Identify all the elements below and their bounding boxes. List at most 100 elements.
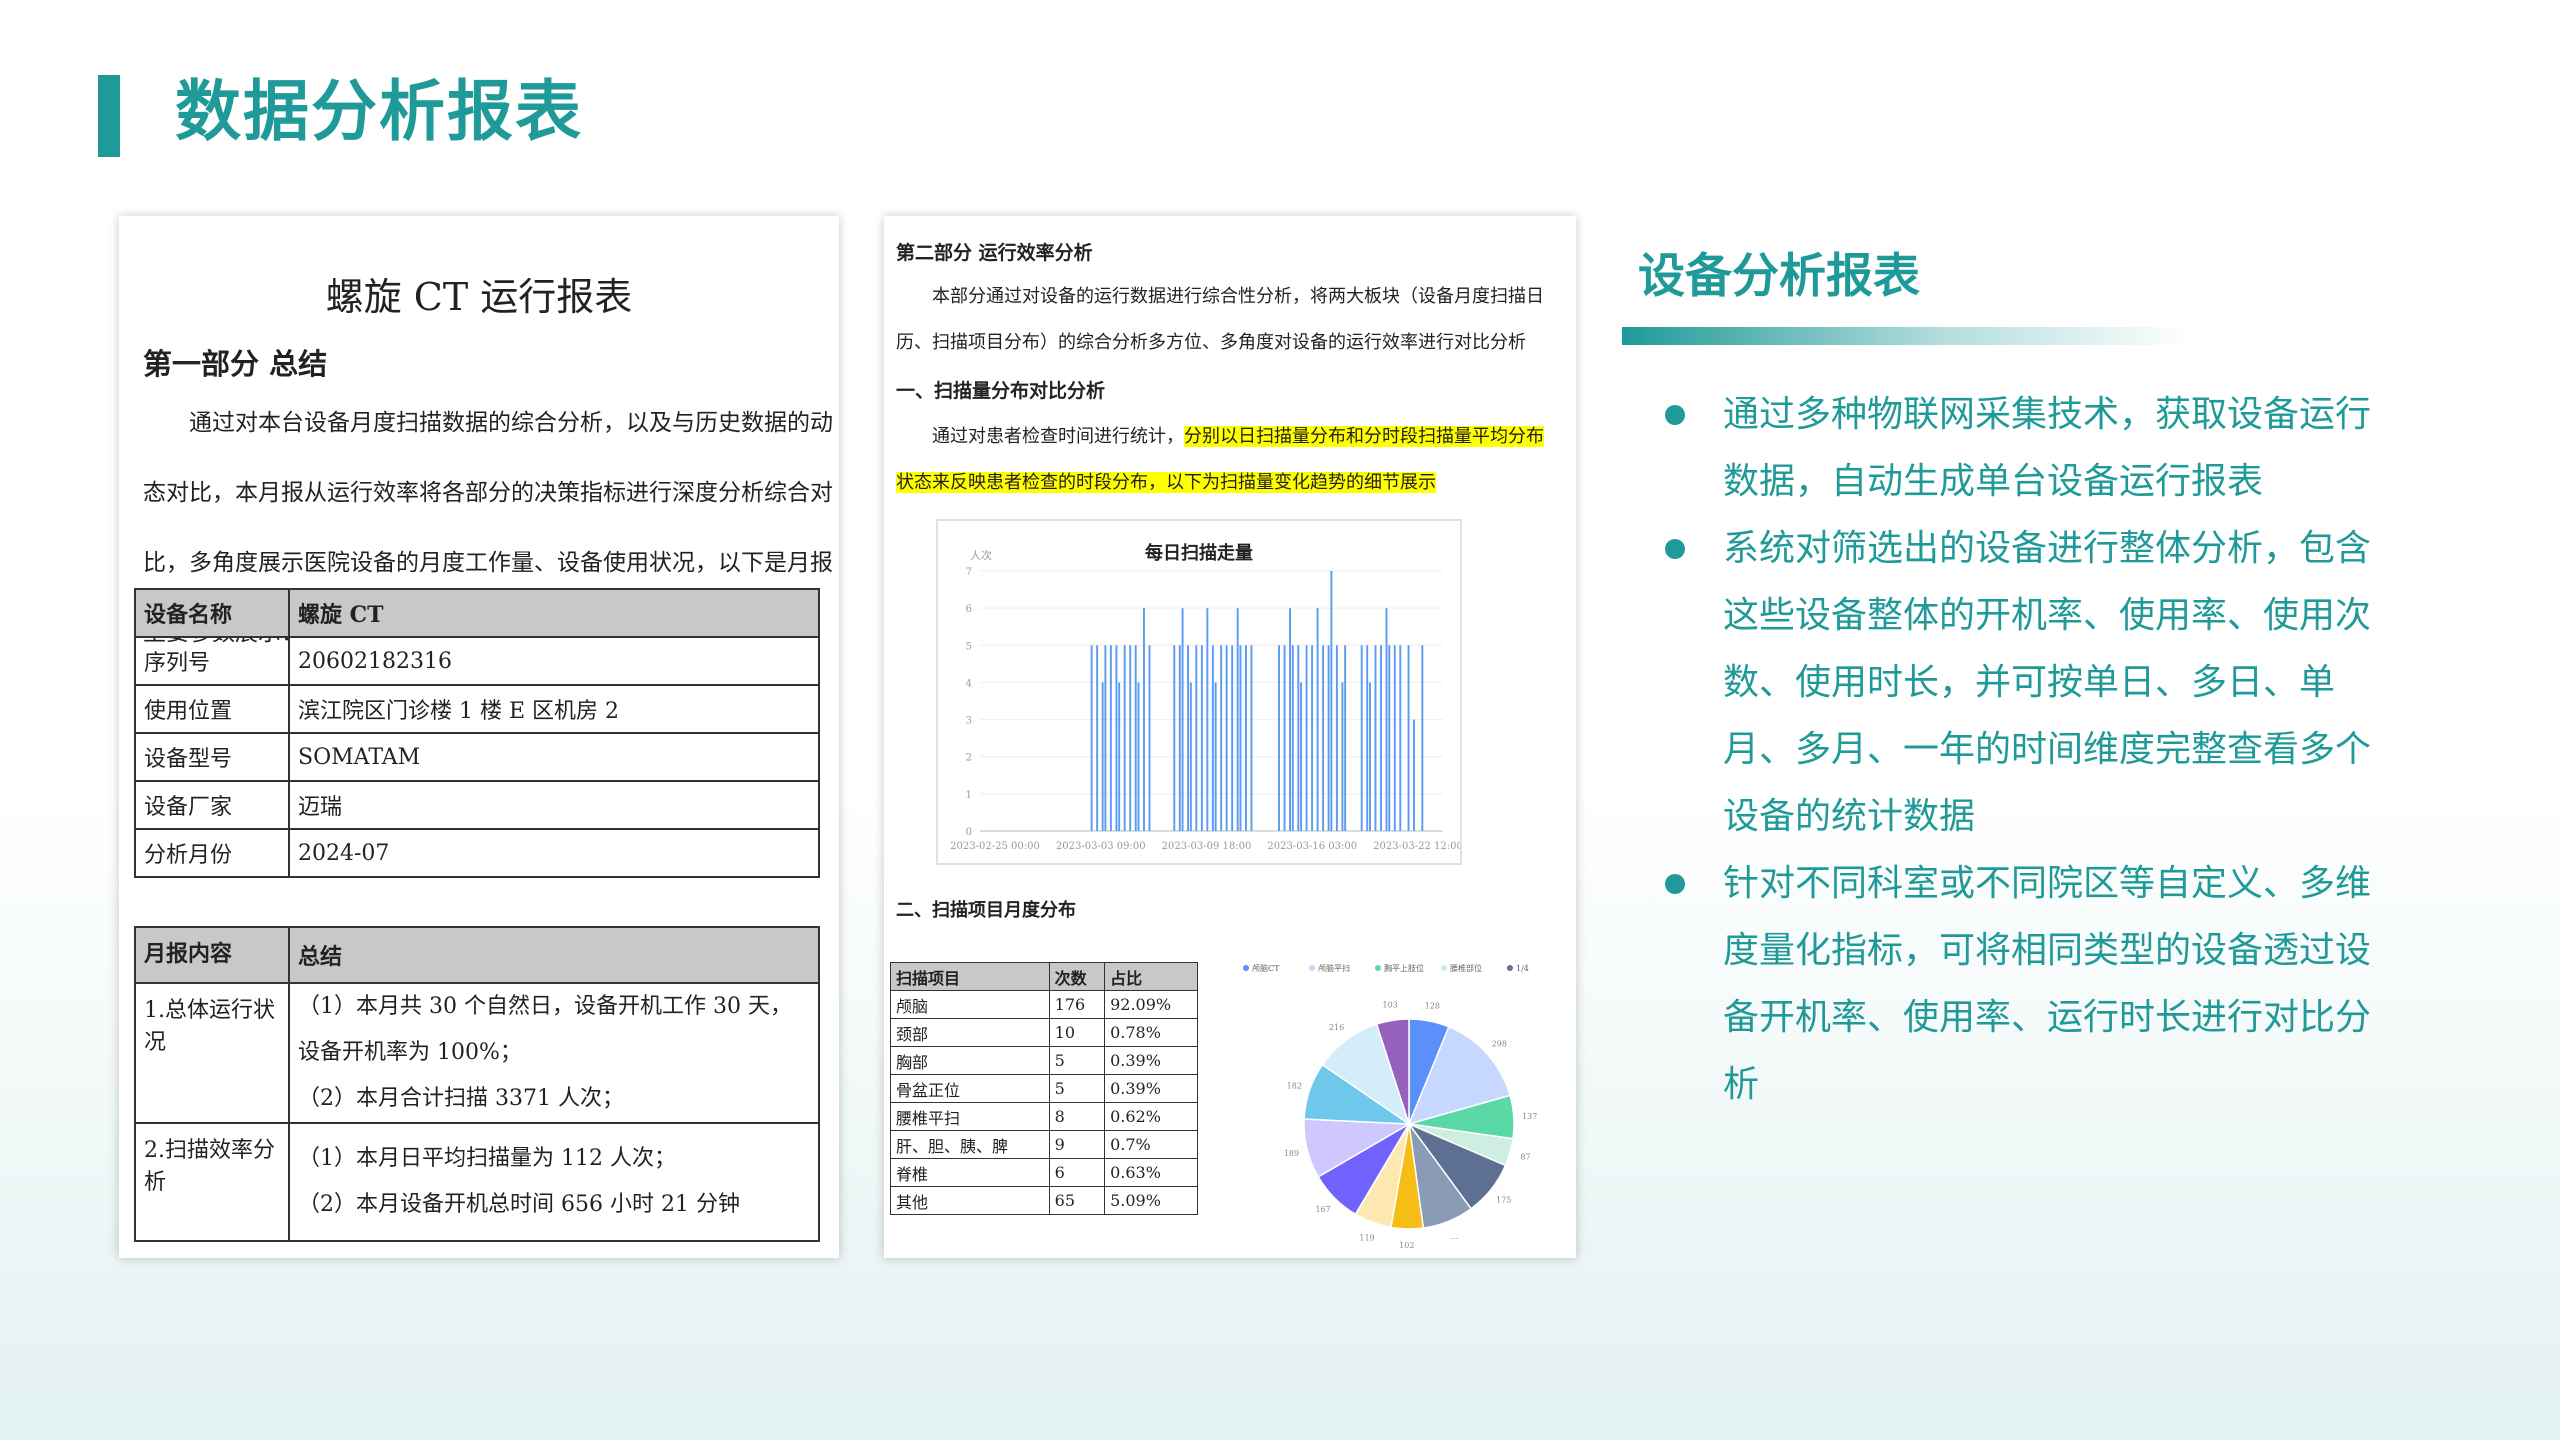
- bar: [1407, 645, 1410, 831]
- bar: [1316, 608, 1319, 831]
- section-underline: [1622, 327, 2192, 345]
- pie-label: 128: [1425, 1001, 1440, 1010]
- bar: [1300, 682, 1303, 831]
- table-header-cell: 月报内容: [134, 926, 290, 984]
- summary-line: （1）本月共 30 个自然日，设备开机工作 30 天，设备开机率为 100%；: [298, 994, 792, 1065]
- bar: [1134, 645, 1137, 831]
- scan-item-name: 骨盆正位: [890, 1074, 1050, 1103]
- scan-distribution-text: 通过对患者检查时间进行统计，分别以日扫描量分布和分时段扫描量平均分布状态来反映患…: [896, 414, 1561, 506]
- pie-label: 189: [1284, 1149, 1299, 1158]
- bullet-dot-icon: [1665, 405, 1685, 425]
- scan-item-name: 颅脑: [890, 990, 1050, 1019]
- bar: [1289, 608, 1292, 831]
- x-tick-label: 2023-02-25 00:00: [950, 841, 1040, 852]
- table-header-cell: 次数: [1048, 962, 1106, 991]
- scan-item-name: 腰椎平扫: [890, 1102, 1050, 1131]
- scan-item-count: 6: [1048, 1158, 1106, 1187]
- y-tick-label: 3: [966, 716, 972, 727]
- table-cell-label: 分析月份: [134, 828, 290, 878]
- part-two-heading: 第二部分 运行效率分析: [896, 242, 1093, 264]
- summary-line: （2）本月合计扫描 3371 人次；: [298, 1086, 624, 1111]
- table-cell-label: 序列号: [134, 636, 290, 686]
- table-row: 颈部 10 0.78%: [890, 1018, 1198, 1047]
- table-row: 序列号 20602182316: [134, 636, 820, 686]
- scan-item-name: 颈部: [890, 1018, 1050, 1047]
- bar: [1311, 645, 1314, 831]
- legend-label: 腰椎部位: [1450, 963, 1482, 973]
- summary-line: （2）本月设备开机总时间 656 小时 21 分钟: [298, 1192, 740, 1217]
- y-tick-label: 1: [966, 790, 972, 801]
- scan-item-percent: 0.39%: [1104, 1046, 1198, 1075]
- y-tick-label: 4: [966, 678, 972, 689]
- feature-text: 针对不同科室或不同院区等自定义、多维度量化指标，可将相同类型的设备透过设备开机率…: [1723, 863, 2372, 1105]
- ct-report-document: 螺旋 CT 运行报表 第一部分 总结 通过对本台设备月度扫描数据的综合分析，以及…: [119, 216, 839, 1258]
- bar: [1335, 645, 1338, 831]
- daily-scan-bars: 0 1 2 3 4 5 6 7 2023-02-25 00:00 2023-03-03 09:00…: [950, 567, 1460, 852]
- bar: [1322, 645, 1325, 831]
- pie-label: 167: [1315, 1205, 1330, 1214]
- table-cell-label: 1.总体运行状况: [134, 982, 290, 1124]
- bar: [1239, 645, 1242, 831]
- legend-marker: [1309, 965, 1315, 971]
- legend-marker: [1507, 965, 1513, 971]
- bar: [1399, 645, 1402, 831]
- legend-marker: [1375, 965, 1381, 971]
- bar: [1250, 645, 1253, 831]
- table-row: 使用位置 滨江院区门诊楼 1 楼 E 区机房 2: [134, 684, 820, 734]
- scan-item-name: 肝、胆、胰、脾: [890, 1130, 1050, 1159]
- bar: [1148, 645, 1151, 831]
- table-row: 胸部 5 0.39%: [890, 1046, 1198, 1075]
- pie-label: 119: [1359, 1233, 1374, 1242]
- table-header-cell: 扫描项目: [890, 962, 1050, 991]
- table-row: 设备厂家 迈瑞: [134, 780, 820, 830]
- feature-item: 针对不同科室或不同院区等自定义、多维度量化指标，可将相同类型的设备透过设备开机率…: [1665, 850, 2385, 1118]
- table-header-cell: 占比: [1104, 962, 1198, 991]
- bar: [1090, 645, 1093, 831]
- bar: [1137, 682, 1140, 831]
- scan-item-name: 胸部: [890, 1046, 1050, 1075]
- bar: [1123, 645, 1126, 831]
- table-row: 其他 65 5.09%: [890, 1186, 1198, 1215]
- bar: [1283, 645, 1286, 831]
- bar: [1189, 682, 1192, 831]
- part-one-heading: 第一部分 总结: [143, 347, 328, 381]
- pie-label: 102: [1399, 1241, 1414, 1250]
- y-tick-label: 6: [966, 604, 972, 615]
- legend-marker: [1243, 965, 1249, 971]
- bar: [1244, 645, 1247, 831]
- table-cell-label: 2.扫描效率分析: [134, 1122, 290, 1242]
- feature-item: 通过多种物联网采集技术，获取设备运行数据，自动生成单台设备运行报表: [1665, 381, 2385, 515]
- bar: [1344, 645, 1347, 831]
- bar: [1330, 571, 1333, 831]
- y-tick-label: 2: [966, 753, 972, 764]
- bar: [1200, 645, 1203, 831]
- scan-item-count: 5: [1048, 1046, 1106, 1075]
- table-header-row: 扫描项目 次数 占比: [890, 962, 1198, 991]
- bullet-dot-icon: [1665, 874, 1685, 894]
- pie-svg: 颅脑CT 颅脑平扫 胸平上肢位 腰椎部位 1/4 128 298 137 87 175... 102…: [1243, 963, 1537, 1250]
- bar: [1393, 645, 1396, 831]
- summary-line: （1）本月日平均扫描量为 112 人次；: [298, 1146, 676, 1171]
- bar: [1297, 645, 1300, 831]
- scan-item-name: 其他: [890, 1186, 1050, 1215]
- table-row: 腰椎平扫 8 0.62%: [890, 1102, 1198, 1131]
- bar: [1118, 682, 1121, 831]
- bar: [1413, 719, 1416, 831]
- x-tick-label: 2023-03-22 12:00: [1373, 841, 1460, 852]
- bar: [1220, 645, 1223, 831]
- bar: [1109, 645, 1112, 831]
- bar: [1211, 645, 1214, 831]
- table-row: 肝、胆、胰、脾 9 0.7%: [890, 1130, 1198, 1159]
- scan-item-percent: 0.78%: [1104, 1018, 1198, 1047]
- table-cell-value: 20602182316: [288, 636, 820, 686]
- bar: [1143, 608, 1145, 831]
- daily-scan-chart: 每日扫描走量 人次 0 1 2 3 4 5 6 7 2023-02-25 00:00 2023-0…: [936, 519, 1462, 865]
- bar: [1388, 645, 1391, 831]
- efficiency-report-document: 第二部分 运行效率分析 本部分通过对设备的运行数据进行综合性分析，将两大板块（设…: [884, 216, 1576, 1258]
- bar: [1374, 645, 1377, 831]
- bar: [1360, 645, 1363, 831]
- part-two-intro: 本部分通过对设备的运行数据进行综合性分析，将两大板块（设备月度扫描日历、扫描项目…: [896, 286, 1544, 353]
- scan-items-pie-chart: 颅脑CT 颅脑平扫 胸平上肢位 腰椎部位 1/4 128 298 137 87 175... 102…: [1234, 954, 1574, 1254]
- table-row: 设备型号 SOMATAM: [134, 732, 820, 782]
- bar: [1214, 682, 1217, 831]
